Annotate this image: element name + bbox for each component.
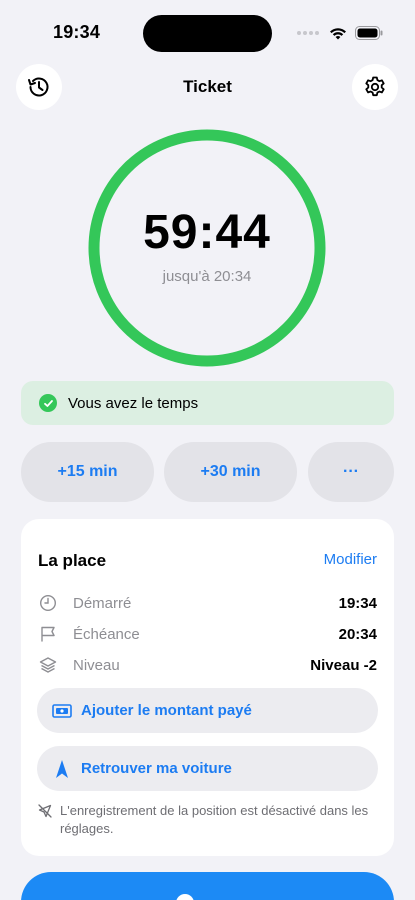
timer-remaining: 59:44 bbox=[143, 206, 271, 259]
dynamic-island bbox=[143, 15, 272, 52]
wifi-icon bbox=[330, 27, 346, 39]
location-arrow-icon bbox=[51, 759, 73, 778]
status-icons bbox=[297, 24, 383, 42]
flag-icon bbox=[38, 624, 58, 644]
detail-row-deadline: Échéance 20:34 bbox=[38, 623, 377, 645]
status-bar: 19:34 bbox=[0, 0, 415, 60]
detail-label: Niveau bbox=[73, 656, 120, 674]
add-30-min-button[interactable]: +30 min bbox=[164, 442, 297, 502]
detail-value: 20:34 bbox=[338, 625, 377, 643]
location-note: L'enregistrement de la position est désa… bbox=[38, 802, 378, 838]
gear-icon bbox=[365, 76, 385, 97]
more-button[interactable]: ··· bbox=[308, 442, 394, 502]
add-amount-button[interactable]: Ajouter le montant payé bbox=[37, 688, 378, 733]
detail-label: Échéance bbox=[73, 625, 140, 643]
main-action-icon bbox=[176, 894, 194, 900]
status-banner-text: Vous avez le temps bbox=[68, 394, 199, 412]
add-15-min-button[interactable]: +15 min bbox=[21, 442, 154, 502]
place-card-title: La place bbox=[38, 551, 107, 570]
clock-icon bbox=[38, 593, 58, 613]
detail-row-level: Niveau Niveau -2 bbox=[38, 654, 377, 676]
checkmark-icon bbox=[39, 394, 57, 412]
signal-icon bbox=[297, 31, 319, 35]
settings-button[interactable] bbox=[352, 64, 398, 110]
find-car-label: Retrouver ma voiture bbox=[81, 760, 232, 777]
find-car-button[interactable]: Retrouver ma voiture bbox=[37, 746, 378, 791]
layers-icon bbox=[38, 655, 58, 675]
timer-until: jusqu'à 20:34 bbox=[162, 268, 252, 285]
detail-value: Niveau -2 bbox=[310, 656, 377, 674]
status-time: 19:34 bbox=[53, 22, 101, 42]
place-card: La place Modifier Démarré 19:34 Échéance… bbox=[21, 519, 394, 856]
detail-value: 19:34 bbox=[338, 594, 377, 612]
main-action-button[interactable] bbox=[21, 872, 394, 900]
location-slash-icon bbox=[38, 802, 52, 838]
banknote-icon bbox=[51, 702, 73, 720]
add-amount-label: Ajouter le montant payé bbox=[81, 702, 252, 719]
edit-link[interactable]: Modifier bbox=[324, 551, 377, 568]
battery-icon bbox=[355, 26, 383, 40]
location-note-text: L'enregistrement de la position est désa… bbox=[60, 803, 369, 836]
detail-label: Démarré bbox=[73, 594, 132, 612]
detail-row-started: Démarré 19:34 bbox=[38, 592, 377, 614]
status-banner: Vous avez le temps bbox=[21, 381, 394, 425]
